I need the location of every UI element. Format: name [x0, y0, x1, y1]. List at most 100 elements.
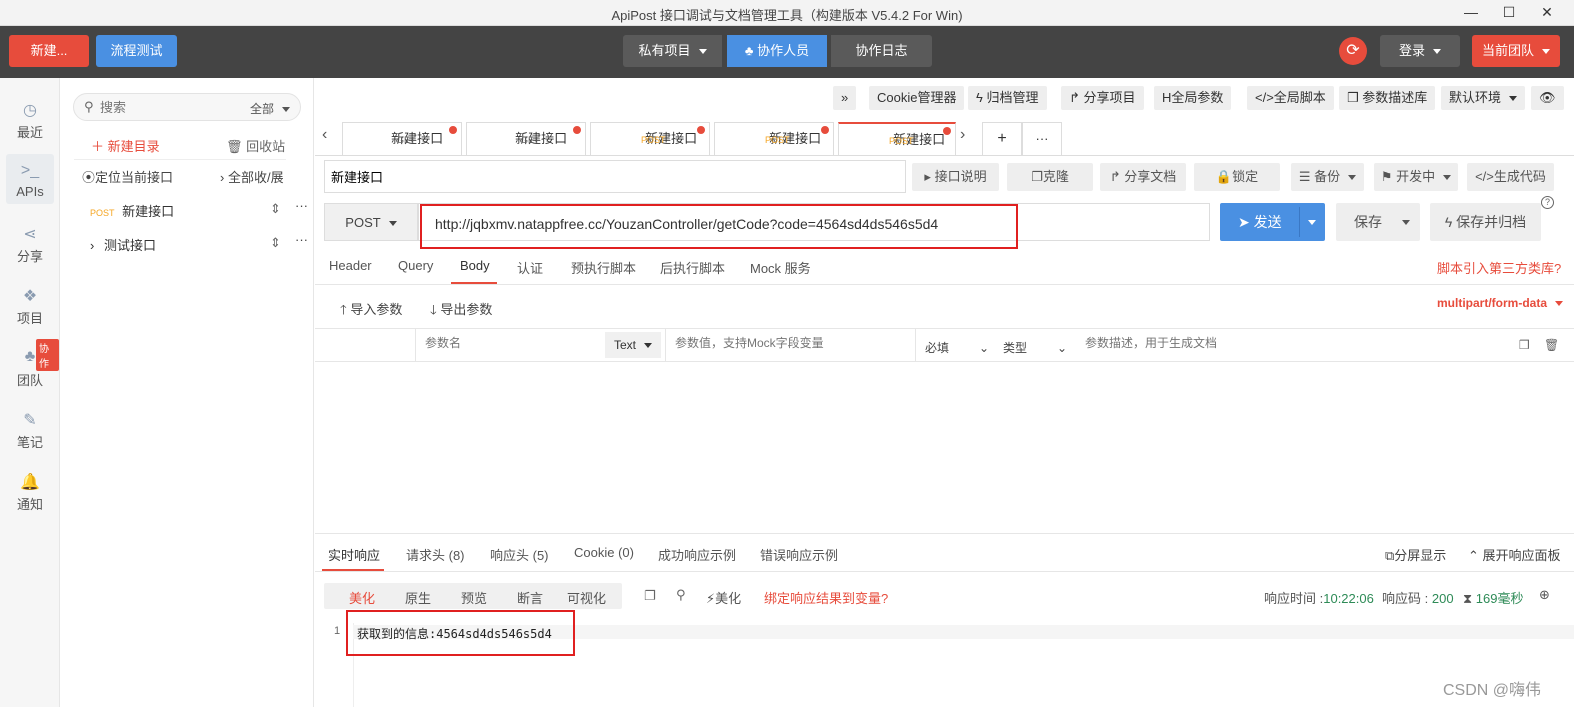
expand-panel-button[interactable]: ⌃ 展开响应面板	[1468, 545, 1561, 564]
sort-icon[interactable]: ⇕	[270, 201, 281, 217]
tab-query[interactable]: Query	[398, 258, 433, 273]
request-name-input[interactable]	[324, 160, 906, 193]
login-button[interactable]: 登录	[1380, 35, 1460, 67]
copy-icon[interactable]: ❐	[644, 588, 656, 604]
tab-mock[interactable]: Mock 服务	[750, 258, 811, 277]
tab-header[interactable]: Header	[329, 258, 372, 273]
request-tab-active[interactable]: POST 新建接口	[838, 122, 956, 155]
nav-share[interactable]: ⋖ 分享	[0, 224, 60, 265]
tab-error-example[interactable]: 错误响应示例	[760, 545, 838, 564]
search-icon[interactable]: ⚲	[676, 587, 686, 603]
lock-button[interactable]: 🔒锁定	[1194, 163, 1280, 191]
param-value-input[interactable]	[675, 336, 915, 350]
minimize-button[interactable]: —	[1456, 2, 1486, 22]
request-tab[interactable]: GET 新建接口	[342, 122, 462, 155]
tab-auth[interactable]: 认证	[517, 258, 543, 277]
backup-select[interactable]: ☰ 备份	[1291, 163, 1364, 191]
filter-select[interactable]: 全部	[250, 100, 290, 117]
nav-notify[interactable]: 🔔 通知	[0, 472, 60, 513]
method-select[interactable]: POST	[324, 203, 418, 241]
search-box[interactable]: ⚲ 全部	[73, 93, 301, 121]
new-folder-button[interactable]: ＋ 新建目录	[91, 136, 160, 155]
search-input[interactable]	[100, 97, 220, 117]
split-screen-button[interactable]: ⧉分屏显示	[1385, 545, 1446, 564]
view-raw[interactable]: 原生	[405, 588, 431, 607]
param-desc-input[interactable]	[1085, 336, 1305, 350]
tab-req-headers[interactable]: 请求头 (8)	[406, 545, 465, 564]
sort-icon[interactable]: ⇕	[270, 235, 281, 251]
more-tabs-button[interactable]: ···	[1022, 122, 1062, 155]
download-icon[interactable]: ⊕	[1539, 587, 1550, 603]
script-lib-link[interactable]: 脚本引入第三方类库?	[1437, 258, 1561, 277]
tab-post-script[interactable]: 后执行脚本	[660, 258, 725, 277]
nav-project[interactable]: ❖ 项目	[0, 286, 60, 327]
share-doc-button[interactable]: ↱ 分享文档	[1100, 163, 1186, 191]
collaborators-button[interactable]: ♣ 协作人员	[727, 35, 827, 67]
maximize-button[interactable]: ☐	[1494, 2, 1524, 22]
archive-manage-button[interactable]: ϟ 归档管理	[968, 86, 1047, 110]
import-params-button[interactable]: 🡑 导入参数	[340, 299, 402, 323]
param-desc-lib-button[interactable]: ❒ 参数描述库	[1339, 86, 1436, 110]
env-select[interactable]: 默认环境	[1441, 86, 1525, 110]
tabs-prev-icon[interactable]: ‹	[322, 126, 327, 144]
request-tab[interactable]: POST 新建接口	[590, 122, 710, 155]
nav-notes[interactable]: ✎ 笔记	[0, 410, 60, 451]
tree-item[interactable]: POST 新建接口 ⇕ ···	[90, 198, 308, 221]
more-icon[interactable]: ···	[295, 232, 308, 247]
global-script-button[interactable]: </>全局脚本	[1247, 86, 1334, 110]
view-visual[interactable]: 可视化	[567, 588, 606, 607]
clone-button[interactable]: ❐克隆	[1007, 163, 1093, 191]
tree-folder[interactable]: › 测试接口 ⇕ ···	[90, 232, 308, 255]
watermark: CSDN @嗨伟	[1443, 682, 1542, 699]
sync-icon[interactable]: ⟳	[1339, 37, 1367, 65]
save-archive-button[interactable]: ϟ 保存并归档	[1430, 203, 1541, 241]
more-icon[interactable]: ···	[295, 198, 308, 213]
new-button[interactable]: 新建...	[9, 35, 89, 67]
cookie-manager-button[interactable]: Cookie管理器	[869, 86, 965, 110]
current-team-button[interactable]: 当前团队	[1472, 35, 1560, 67]
close-button[interactable]: ✕	[1532, 2, 1562, 22]
status-select[interactable]: ⚑ 开发中	[1374, 163, 1458, 191]
tab-body[interactable]: Body	[460, 258, 490, 273]
request-tab[interactable]: POST 新建接口	[714, 122, 834, 155]
gen-code-button[interactable]: </>生成代码	[1467, 163, 1554, 191]
view-preview[interactable]: 预览	[461, 588, 487, 607]
export-params-button[interactable]: 🡓 导出参数	[430, 299, 492, 323]
share-project-button[interactable]: ↱ 分享项目	[1061, 86, 1144, 110]
tab-resp-headers[interactable]: 响应头 (5)	[490, 545, 549, 564]
recycle-button[interactable]: 🗑 回收站	[226, 136, 285, 155]
tab-live-response[interactable]: 实时响应	[328, 545, 380, 564]
type-select[interactable]: 类型 ⌄	[1003, 339, 1067, 356]
tab-pre-script[interactable]: 预执行脚本	[571, 258, 636, 277]
tab-cookie[interactable]: Cookie (0)	[574, 545, 634, 560]
collab-log-button[interactable]: 协作日志	[831, 35, 932, 67]
beautify-button[interactable]: ⚡︎美化	[706, 588, 741, 607]
help-icon[interactable]: ?	[1541, 196, 1554, 209]
content-type-select[interactable]: multipart/form-data	[1437, 296, 1563, 310]
tabs-next-icon[interactable]: ›	[960, 126, 965, 144]
request-tab[interactable]: GET 新建接口	[466, 122, 586, 155]
api-doc-button[interactable]: ▸ 接口说明	[912, 163, 999, 191]
tab-success-example[interactable]: 成功响应示例	[658, 545, 736, 564]
view-beautify[interactable]: 美化	[349, 588, 375, 607]
url-input[interactable]: http://jqbxmv.natappfree.cc/YouzanContro…	[435, 216, 938, 232]
save-menu-button[interactable]	[1394, 214, 1414, 229]
send-menu-button[interactable]	[1300, 214, 1325, 229]
required-select[interactable]: 必填 ⌄	[925, 339, 989, 356]
nav-recent[interactable]: ◷ 最近	[0, 100, 60, 141]
bind-var-link[interactable]: 绑定响应结果到变量?	[764, 588, 888, 607]
locate-button[interactable]: ⦿定位当前接口	[82, 167, 173, 186]
private-project-select[interactable]: 私有项目	[623, 35, 722, 67]
flow-test-button[interactable]: 流程测试	[96, 35, 177, 67]
param-type-select[interactable]: Text	[605, 332, 661, 358]
cube-icon[interactable]: ❒	[1519, 338, 1530, 352]
nav-apis[interactable]: >_ APIs	[6, 154, 54, 204]
add-tab-button[interactable]: +	[982, 122, 1022, 155]
param-name-input[interactable]	[425, 336, 595, 350]
view-assert[interactable]: 断言	[517, 588, 543, 607]
collapse-button[interactable]: »	[833, 86, 857, 110]
eye-icon[interactable]: 👁	[1531, 86, 1564, 110]
trash-icon[interactable]: 🗑	[1544, 338, 1559, 352]
global-params-button[interactable]: H全局参数	[1154, 86, 1232, 110]
expand-all-button[interactable]: › 全部收/展	[220, 167, 284, 186]
